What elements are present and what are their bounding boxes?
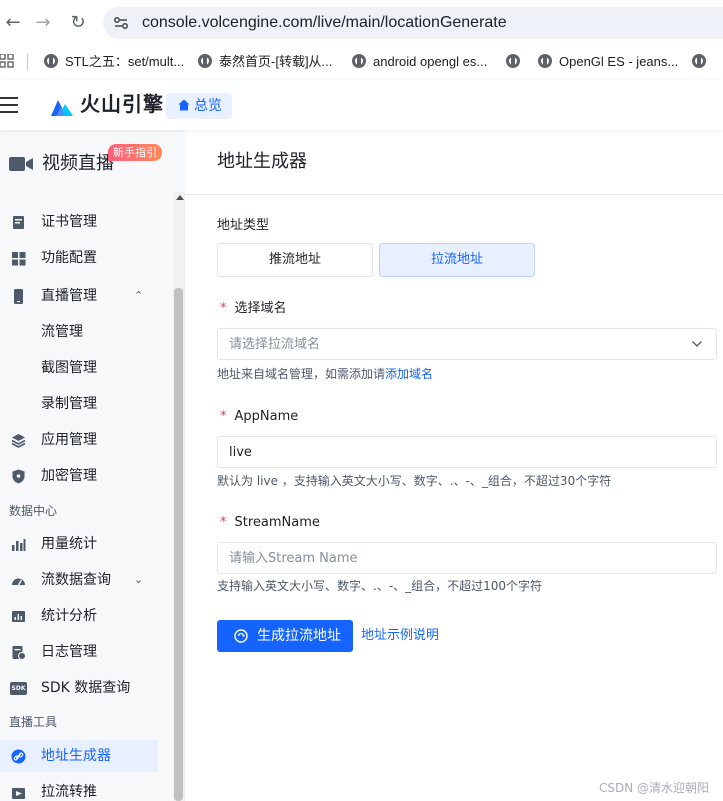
- page-title: 地址生成器: [217, 151, 307, 172]
- bookmark-item[interactable]: [692, 52, 706, 72]
- url-text: console.volcengine.com/live/main/locatio…: [142, 14, 507, 31]
- shield-icon: [12, 469, 25, 484]
- sidebar-item-record[interactable]: 录制管理: [0, 388, 158, 420]
- sidebar-item-feature[interactable]: 功能配置: [0, 242, 158, 274]
- sidebar-item-encrypt[interactable]: 加密管理: [0, 460, 158, 492]
- bookmark-item[interactable]: android opengl es...: [352, 52, 487, 72]
- chevron-up-icon: ⌃: [134, 289, 144, 302]
- analytics-icon: [12, 611, 25, 622]
- required-mark: *: [220, 515, 227, 530]
- sidebar-item-stream-query[interactable]: 流数据查询 ⌄: [0, 564, 158, 596]
- browser-toolbar: ← → ↻ console.volcengine.com/live/main/l…: [0, 0, 723, 46]
- sidebar-item-sdk-query[interactable]: SDK SDK 数据查询: [0, 672, 158, 704]
- add-domain-link[interactable]: 添加域名: [385, 367, 433, 381]
- sidebar-item-snapshot[interactable]: 截图管理: [0, 352, 158, 384]
- scroll-up-arrow-icon[interactable]: [176, 195, 184, 200]
- chevron-down-icon[interactable]: [692, 341, 702, 347]
- globe-icon: [352, 54, 366, 68]
- main-content: 地址生成器 地址类型 推流地址 拉流地址 *选择域名 地址来自域名管理，如需添加…: [185, 130, 723, 801]
- sidebar-item-pull-push[interactable]: 拉流转推: [0, 776, 158, 801]
- layers-icon: [11, 434, 26, 448]
- address-bar[interactable]: console.volcengine.com/live/main/locatio…: [103, 7, 723, 39]
- globe-icon: [538, 54, 552, 68]
- sidebar-item-live-manage[interactable]: 直播管理 ⌃: [0, 280, 158, 312]
- grid-icon: [12, 252, 26, 266]
- address-type-label: 地址类型: [217, 218, 270, 233]
- sidebar-item-usage[interactable]: 用量统计: [0, 528, 158, 560]
- menu-icon[interactable]: [0, 97, 18, 113]
- video-camera-icon: [9, 157, 33, 171]
- sidebar-item-logs[interactable]: 日志管理: [0, 636, 158, 668]
- guide-badge[interactable]: 新手指引: [108, 144, 162, 161]
- apps-grid-icon[interactable]: [0, 54, 14, 68]
- overview-button[interactable]: 总览: [166, 93, 232, 119]
- push-address-tab[interactable]: 推流地址: [217, 243, 373, 277]
- streamname-input[interactable]: [217, 542, 717, 574]
- generate-icon: [234, 629, 248, 643]
- sdk-icon: SDK: [10, 682, 27, 695]
- sidebar-item-address-gen[interactable]: 地址生成器: [0, 740, 158, 772]
- link-icon: [11, 749, 26, 764]
- bar-chart-icon: [12, 539, 26, 551]
- domain-hint: 地址来自域名管理，如需添加请添加域名: [217, 367, 434, 381]
- app-header: 火山引擎 总览: [0, 80, 723, 130]
- site-settings-icon[interactable]: [113, 15, 129, 31]
- sidebar-group-data-center: 数据中心: [9, 504, 58, 518]
- sidebar-item-partial: 证书管理: [40, 186, 96, 194]
- sidebar: 视频直播 新手指引 证书管理 证书管理 功能配置 直播管理 ⌃ 流管理 截图管理…: [0, 130, 185, 801]
- home-icon: [178, 99, 190, 111]
- sidebar-item-cert[interactable]: 证书管理: [0, 206, 158, 238]
- relay-icon: [12, 788, 25, 799]
- sidebar-item-stream-manage[interactable]: 流管理: [0, 316, 158, 348]
- product-title: 视频直播: [42, 153, 114, 174]
- appname-label: * AppName: [220, 409, 299, 424]
- bookmark-item[interactable]: STL之五：set/mult...: [44, 52, 184, 72]
- appname-input[interactable]: [217, 436, 717, 468]
- globe-icon: [44, 54, 58, 68]
- phone-icon: [14, 289, 23, 304]
- brand-name: 火山引擎: [80, 92, 164, 116]
- address-example-link[interactable]: 地址示例说明: [361, 620, 439, 652]
- domain-select[interactable]: [217, 328, 717, 360]
- log-file-icon: [12, 646, 26, 660]
- globe-icon: [692, 54, 706, 68]
- globe-icon: [198, 54, 212, 68]
- sidebar-item-app-manage[interactable]: 应用管理: [0, 424, 158, 456]
- watermark: CSDN @清水迎朝阳: [599, 781, 710, 795]
- required-mark: *: [220, 301, 227, 316]
- sidebar-group-live-tools: 直播工具: [9, 715, 58, 729]
- forward-icon[interactable]: →: [32, 12, 54, 34]
- globe-icon: [506, 54, 520, 68]
- domain-label: * 选择域名: [220, 301, 287, 316]
- volcengine-logo-icon: [51, 100, 73, 116]
- bookmark-item[interactable]: OpenGl ES - jeans...: [538, 52, 678, 72]
- pull-address-tab[interactable]: 拉流地址: [379, 243, 535, 277]
- chevron-down-icon: ⌄: [134, 573, 144, 586]
- streamname-label: * StreamName: [220, 515, 320, 530]
- streamname-hint: 支持输入英文大小写、数字、.、-、_组合，不超过100个字符: [217, 579, 543, 593]
- bookmarks-divider: [27, 54, 28, 70]
- sidebar-scroll-thumb[interactable]: [174, 288, 183, 801]
- appname-hint: 默认为 live ，支持输入英文大小写、数字、.、-、_组合，不超过30个字符: [217, 474, 612, 488]
- bookmark-item[interactable]: [506, 52, 520, 72]
- title-divider: [185, 194, 723, 195]
- bookmarks-bar: STL之五：set/mult... 泰然首页-[转载]从... android …: [0, 46, 723, 78]
- certificate-icon: [13, 216, 24, 229]
- generate-pull-address-button[interactable]: 生成拉流地址: [217, 620, 353, 652]
- back-icon[interactable]: ←: [2, 12, 24, 34]
- reload-icon[interactable]: ↻: [67, 12, 89, 34]
- required-mark: *: [220, 409, 227, 424]
- speedometer-icon: [12, 578, 25, 586]
- sidebar-item-analytics[interactable]: 统计分析: [0, 600, 158, 632]
- bookmark-item[interactable]: 泰然首页-[转载]从...: [198, 52, 332, 72]
